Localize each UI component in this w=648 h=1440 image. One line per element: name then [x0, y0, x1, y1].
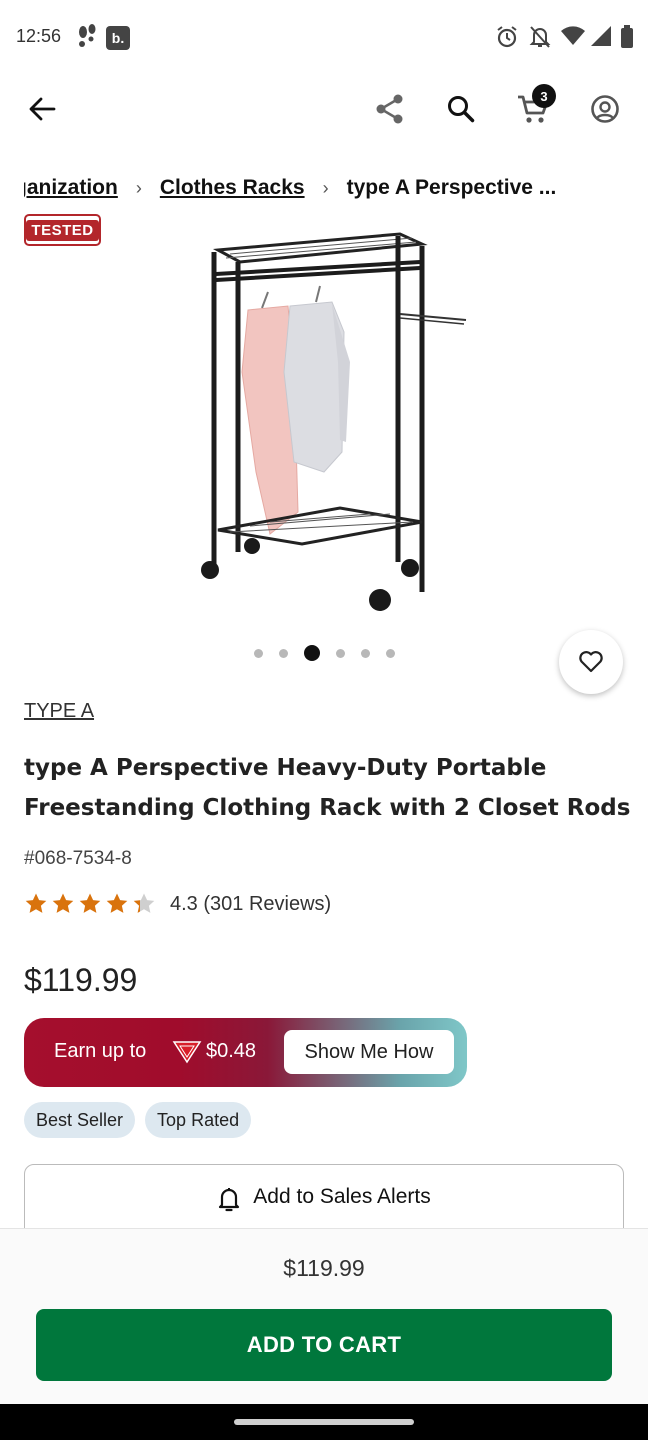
tested-badge-label: TESTED [26, 219, 99, 241]
back-button[interactable] [19, 86, 65, 132]
favorite-button[interactable] [559, 630, 623, 694]
breadcrumb-organization[interactable]: ganization [24, 176, 118, 199]
carousel-dot[interactable] [303, 645, 320, 661]
star-icon [106, 893, 128, 913]
brand-link[interactable]: TYPE A [24, 700, 94, 723]
star-icon [25, 893, 47, 913]
badge-top-rated: Top Rated [145, 1102, 252, 1138]
show-me-how-button[interactable]: Show Me How [284, 1030, 454, 1074]
chevron-right-icon: › [322, 178, 329, 198]
share-icon [376, 94, 403, 124]
wifi-icon [560, 24, 586, 52]
rewards-triangle-icon [172, 1040, 202, 1068]
rewards-banner: Earn up to $0.48 Show Me How [24, 1018, 467, 1087]
star-rating [24, 892, 156, 916]
status-bar: 12:56 b. [0, 0, 648, 76]
carousel-dot[interactable] [335, 648, 345, 658]
system-navigation-bar [0, 1404, 648, 1440]
cart-count-badge: 3 [532, 84, 556, 108]
product-title: type A Perspective Heavy-Duty Portable F… [24, 755, 631, 821]
rewards-earn-label: Earn up to [54, 1040, 147, 1062]
carousel-indicator [0, 644, 648, 662]
alarm-icon [494, 24, 520, 54]
heart-icon [579, 651, 603, 673]
home-gesture-handle[interactable] [234, 1419, 414, 1425]
arrow-left-icon [29, 97, 56, 121]
cart-button[interactable]: 3 [510, 84, 556, 132]
share-button[interactable] [367, 86, 413, 132]
bottom-price: $119.99 [283, 1255, 365, 1281]
rewards-amount: $0.48 [206, 1040, 257, 1062]
breadcrumb-clothes-racks[interactable]: Clothes Racks [160, 176, 305, 199]
bottom-purchase-bar: $119.99 ADD TO CART [0, 1228, 648, 1404]
app-b-icon: b. [106, 26, 130, 50]
carousel-dot[interactable] [278, 648, 288, 658]
carousel-dot[interactable] [385, 648, 395, 658]
star-icon [52, 893, 74, 913]
carousel-dot[interactable] [253, 648, 263, 658]
add-to-cart-button[interactable]: ADD TO CART [36, 1309, 612, 1381]
product-badges: Best Seller Top Rated [24, 1102, 252, 1138]
bell-icon [219, 1188, 240, 1212]
badge-best-seller: Best Seller [24, 1102, 136, 1138]
carousel-dot[interactable] [360, 648, 370, 658]
signal-icon [590, 24, 612, 52]
bell-off-icon [528, 24, 552, 54]
star-icon [133, 893, 155, 913]
account-button[interactable] [582, 86, 628, 132]
breadcrumb: ganization › Clothes Racks › type A Perspect… [24, 176, 648, 210]
battery-icon [620, 24, 634, 54]
rating-summary[interactable]: 4.3 (301 Reviews) [24, 888, 331, 920]
breadcrumb-current: type A Perspective ... [346, 176, 557, 199]
chevron-right-icon: › [135, 178, 142, 198]
tested-badge: TESTED [24, 214, 101, 246]
rating-text: 4.3 (301 Reviews) [170, 892, 332, 915]
account-icon [591, 95, 619, 123]
product-sku: #068-7534-8 [24, 848, 132, 869]
footsteps-icon [76, 24, 98, 54]
star-icon [79, 893, 101, 913]
product-price: $119.99 [24, 962, 138, 998]
search-button[interactable] [438, 86, 484, 132]
top-app-bar: 3 [0, 76, 648, 142]
search-icon [448, 96, 475, 123]
product-image[interactable] [190, 222, 480, 622]
status-time: 12:56 [16, 26, 62, 46]
